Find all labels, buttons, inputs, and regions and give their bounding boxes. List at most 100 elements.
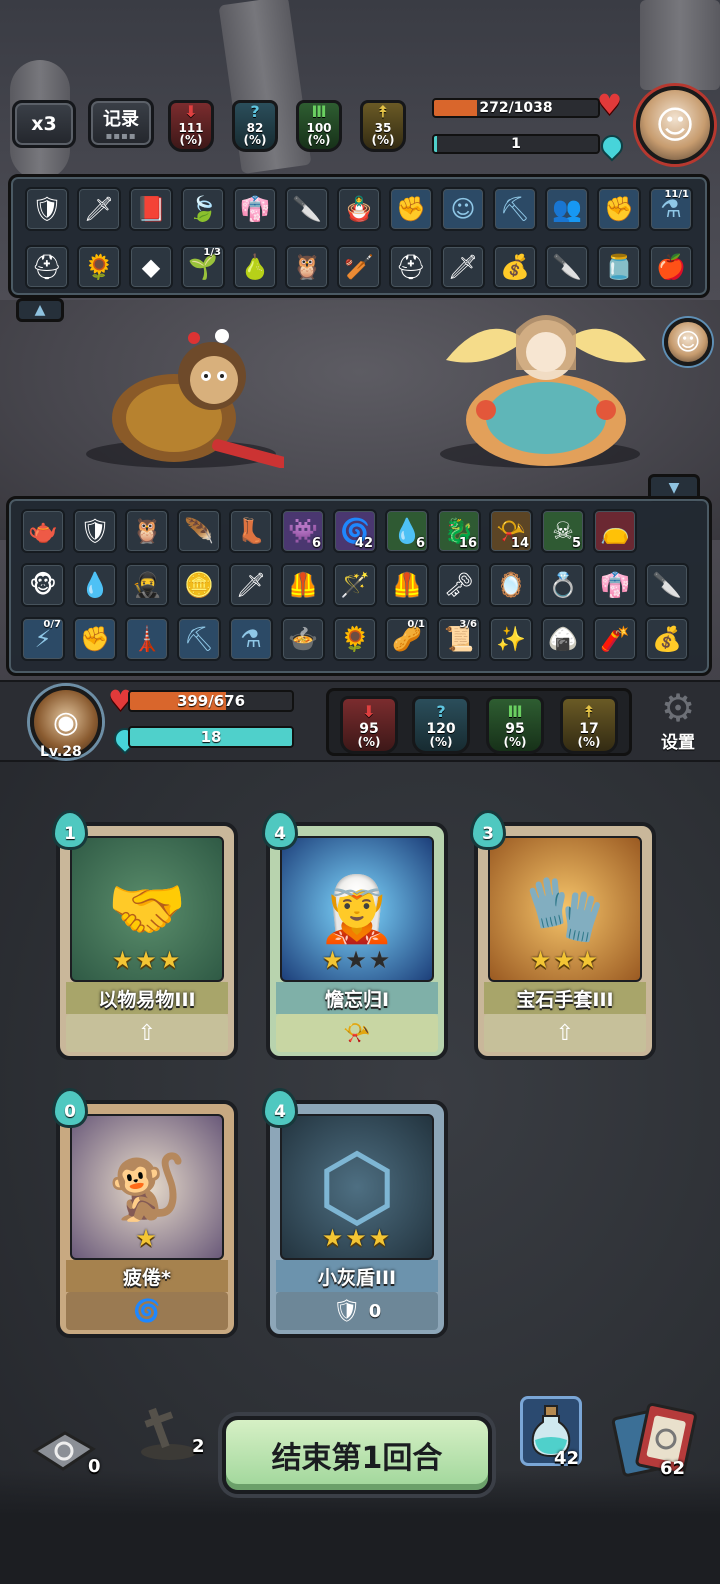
item-slot-gold-ingot[interactable]: 🪙 xyxy=(177,563,221,607)
item-slot-club[interactable]: 🏏 xyxy=(337,245,381,289)
enemy-hp-text: 272/1038 xyxy=(479,100,553,116)
item-slot-iron-helmet[interactable]: ⛑ xyxy=(389,245,433,289)
enemy-portrait[interactable]: ☺ xyxy=(636,86,714,164)
item-slot-kunai[interactable]: 🔪 xyxy=(545,245,589,289)
item-charge: 0/7 xyxy=(43,619,61,630)
item-slot-spiral[interactable]: 🌀 42 xyxy=(333,509,377,553)
item-slot-pot[interactable]: 🍲 xyxy=(281,617,325,661)
item-slot-green-dragon[interactable]: 🐉 16 xyxy=(437,509,481,553)
handshake-icon: 🤝 xyxy=(107,872,187,947)
item-slot-golden-sword[interactable]: 🗡 xyxy=(441,245,485,289)
item-slot-fire-apple[interactable]: 🍎 xyxy=(649,245,693,289)
item-slot-punch-skill[interactable]: ✊ xyxy=(597,187,641,231)
item-slot-staff[interactable]: 🪄 xyxy=(333,563,377,607)
hand-card[interactable]: 🤝 ★★★ 以物易物III ⇧ 1 xyxy=(52,810,238,1060)
item-slot-peanut[interactable]: 🥜 0/1 xyxy=(385,617,429,661)
card-cost: 1 xyxy=(52,810,88,850)
pot-icon: 🍲 xyxy=(288,625,318,653)
item-slot-pickaxe-skill[interactable]: ⛏ xyxy=(493,187,537,231)
item-slot-kunai[interactable]: 🔪 xyxy=(645,563,689,607)
item-slot-dagger[interactable]: 🔪 xyxy=(285,187,329,231)
item-slot-shield[interactable]: 🛡 xyxy=(25,187,69,231)
heart-icon: ♥ xyxy=(597,88,623,121)
item-slot-bag[interactable]: 💰 xyxy=(493,245,537,289)
player-level: Lv.28 xyxy=(40,744,82,760)
item-slot-golden-sword[interactable]: 🗡 xyxy=(229,563,273,607)
item-slot-shield[interactable]: 🛡 xyxy=(73,509,117,553)
item-slot-bag[interactable]: 💰 xyxy=(645,617,689,661)
item-slot-sword[interactable]: 🗡 xyxy=(77,187,121,231)
item-slot-bottle-skill[interactable]: ⚗ xyxy=(229,617,273,661)
item-slot-armor-2[interactable]: 🦺 xyxy=(385,563,429,607)
item-slot-fist-skill[interactable]: ✊ xyxy=(389,187,433,231)
item-slot-owl[interactable]: 🦉 xyxy=(125,509,169,553)
settings-button[interactable]: ⚙ 设置 xyxy=(646,688,710,758)
item-slot-wing[interactable]: 🪶 xyxy=(177,509,221,553)
item-slot-punch-skill[interactable]: ✊ xyxy=(73,617,117,661)
enemy-portrait-small[interactable]: ☺ xyxy=(664,318,712,366)
item-slot-figures-skill[interactable]: 👥 xyxy=(545,187,589,231)
record-button[interactable]: 记录 ▪▪▪▪ xyxy=(88,98,154,148)
item-slot-red-stick[interactable]: 🧨 xyxy=(593,617,637,661)
end-turn-button[interactable]: 结束第1回合 xyxy=(222,1416,492,1494)
item-slot-horn[interactable]: 📯 14 xyxy=(489,509,533,553)
item-slot-armor[interactable]: 🦺 xyxy=(281,563,325,607)
magic-icon: ? xyxy=(250,102,260,121)
collapse-enemy-items-button[interactable]: ▲ xyxy=(16,298,64,322)
item-slot-bandit[interactable]: 🥷 xyxy=(125,563,169,607)
item-slot-spark-orb[interactable]: ✨ xyxy=(489,617,533,661)
item-slot-cloak[interactable]: 👘 xyxy=(593,563,637,607)
item-slot-cloak[interactable]: 👘 xyxy=(233,187,277,231)
hand-card[interactable]: ⬡ ★★★ 小灰盾III 🛡 0 4 xyxy=(262,1088,448,1338)
item-slot-pickaxe-skill[interactable]: ⛏ xyxy=(177,617,221,661)
boot-icon: 👢 xyxy=(236,517,266,545)
player-luck-stat[interactable]: ⯭ 17 (%) xyxy=(560,696,618,754)
item-slot-flower[interactable]: 🌻 xyxy=(333,617,377,661)
item-charge: 0/1 xyxy=(407,619,425,630)
player-magic-stat[interactable]: ? 120 (%) xyxy=(412,696,470,754)
item-slot-rice-ball[interactable]: 🍙 xyxy=(541,617,585,661)
item-slot-teapot[interactable]: 🫖 xyxy=(21,509,65,553)
enemy-luck-stat[interactable]: ⯭ 35 (%) xyxy=(360,100,406,152)
item-slot-mirror[interactable]: 🪞 xyxy=(489,563,533,607)
hand-card[interactable]: 🧝 ★★★ 憺忘归I 📯 4 xyxy=(262,810,448,1060)
item-slot-leaf-blade[interactable]: 🍃 xyxy=(181,187,225,231)
item-slot-peashooter[interactable]: 🌱 1/3 xyxy=(181,245,225,289)
item-slot-doll[interactable]: 🪆 xyxy=(337,187,381,231)
energy-drop-icon xyxy=(596,130,628,162)
enemy-defense-stat[interactable]: Ⅲ 100 (%) xyxy=(296,100,342,152)
item-slot-red-bag[interactable]: 👝 xyxy=(593,509,637,553)
item-slot-helmet[interactable]: ⛑ xyxy=(25,245,69,289)
item-slot-ring[interactable]: 💍 xyxy=(541,563,585,607)
item-slot-tower-skill[interactable]: 🗼 xyxy=(125,617,169,661)
item-slot-skull[interactable]: ☠ 5 xyxy=(541,509,585,553)
item-slot-flower[interactable]: 🌻 xyxy=(77,245,121,289)
star-icon: ★ xyxy=(135,946,159,974)
enemy-attack-stat[interactable]: ⬇ 111 (%) xyxy=(168,100,214,152)
hand-card[interactable]: 🐒★★★ 疲倦* 🌀 0 xyxy=(52,1088,238,1338)
item-slot-key-sword[interactable]: 🗝 xyxy=(437,563,481,607)
player-defense-stat[interactable]: Ⅲ 95 (%) xyxy=(486,696,544,754)
item-slot-green-gem[interactable]: ◆ xyxy=(129,245,173,289)
speed-button[interactable]: x3 xyxy=(12,100,76,148)
player-attack-stat[interactable]: ⬇ 95 (%) xyxy=(340,696,398,754)
item-slot-poison-drop[interactable]: 💧 6 xyxy=(385,509,429,553)
item-slot-boot[interactable]: 👢 xyxy=(229,509,273,553)
item-slot-water-orb[interactable]: 💧 xyxy=(73,563,117,607)
item-slot-slime-jar[interactable]: 🫙 xyxy=(597,245,641,289)
item-slot-lightning-skill[interactable]: ⚡ 0/7 xyxy=(21,617,65,661)
luck-icon: ⯭ xyxy=(584,702,594,721)
item-slot-head-skill[interactable]: ☺ xyxy=(441,187,485,231)
hand-card[interactable]: 🧤 ★★★ 宝石手套III ⇧ 3 xyxy=(470,810,656,1060)
enemy-magic-stat[interactable]: ? 82 (%) xyxy=(232,100,278,152)
item-slot-scroll[interactable]: 📜 3/6 xyxy=(437,617,481,661)
item-count: 16 xyxy=(458,536,477,551)
item-slot-monkey-head[interactable]: 🐵 xyxy=(21,563,65,607)
item-slot-gourd[interactable]: 🍐 xyxy=(233,245,277,289)
draw-pile-button[interactable] xyxy=(608,1402,704,1478)
item-slot-owl[interactable]: 🦉 xyxy=(285,245,329,289)
item-slot-purple-monster[interactable]: 👾 6 xyxy=(281,509,325,553)
wing-icon: 🪶 xyxy=(184,517,214,545)
item-slot-bottle-skill[interactable]: ⚗ 11/1 xyxy=(649,187,693,231)
item-slot-book[interactable]: 📕 xyxy=(129,187,173,231)
